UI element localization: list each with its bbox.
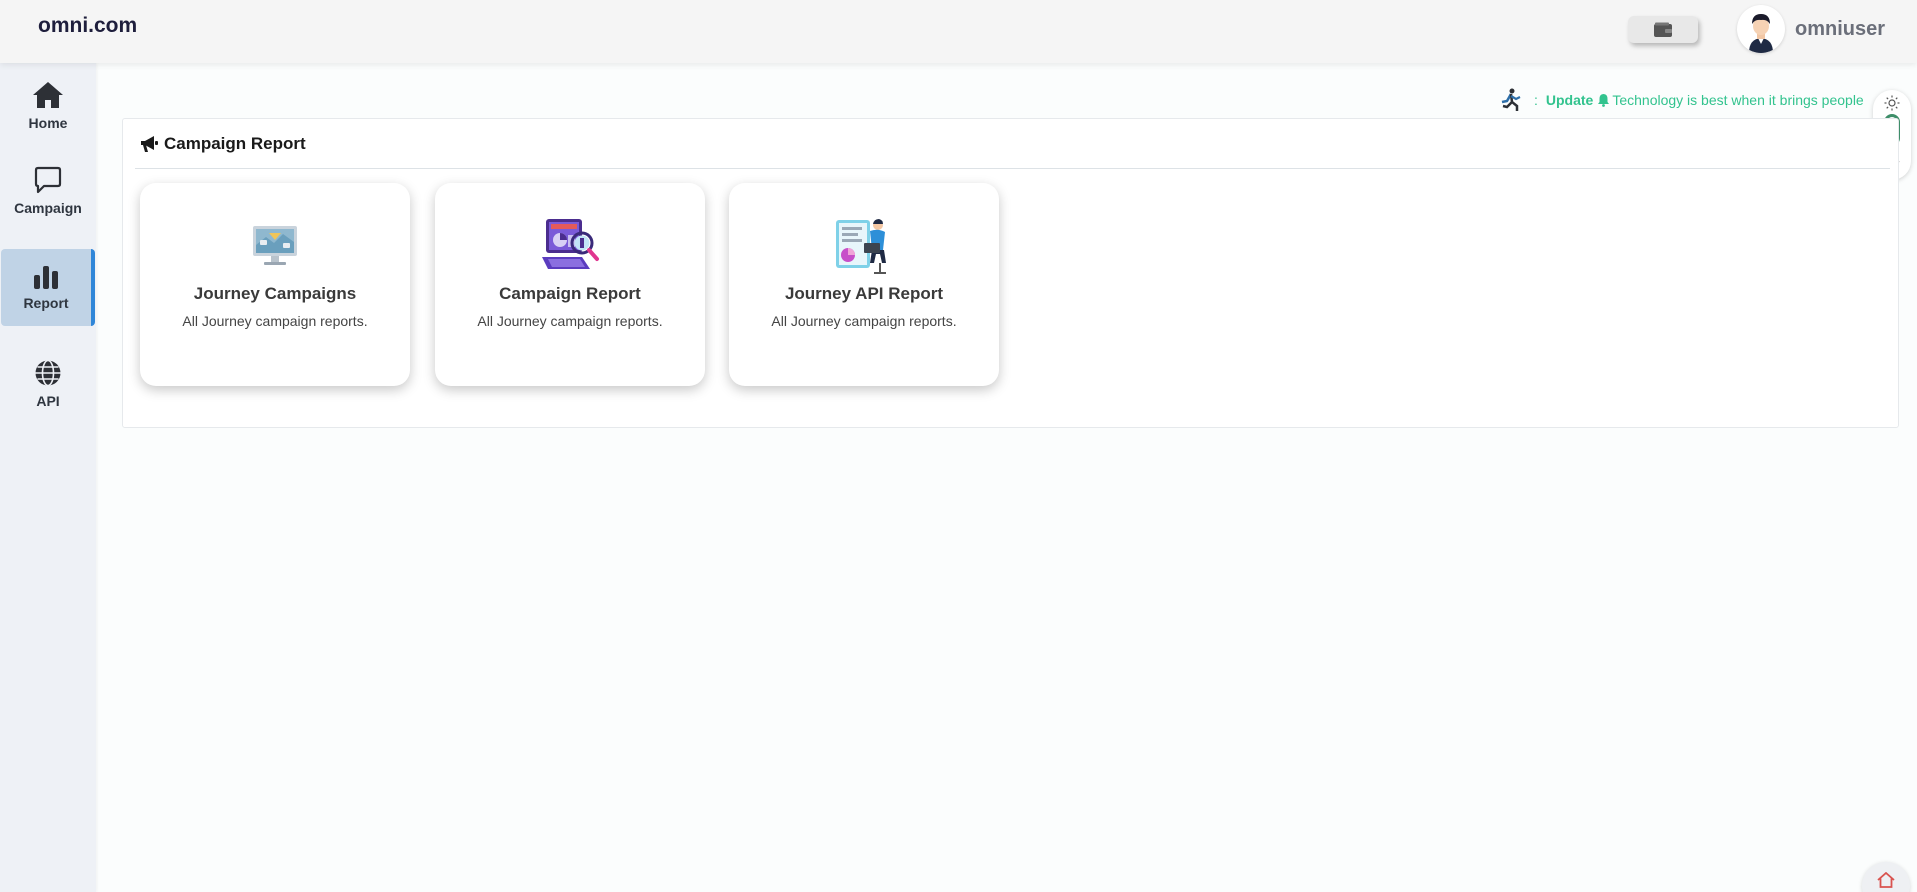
- chat-bubble-icon: [34, 166, 62, 194]
- brand-logo[interactable]: omni.com: [38, 14, 137, 38]
- running-person-icon: [1501, 88, 1521, 111]
- avatar-icon: [1749, 14, 1773, 53]
- sun-icon: [1884, 95, 1900, 111]
- sidebar: Home Campaign Report API: [0, 63, 96, 892]
- top-bar: omni.com omniuser: [0, 0, 1917, 63]
- sidebar-item-api[interactable]: API: [0, 349, 96, 419]
- announcement-ticker: : Update Technology is best when it brin…: [1500, 86, 1877, 114]
- card-description: All Journey campaign reports.: [771, 313, 957, 329]
- sidebar-item-home[interactable]: Home: [0, 71, 96, 141]
- card-title: Campaign Report: [499, 284, 641, 303]
- wallet-button[interactable]: [1628, 16, 1698, 43]
- sidebar-item-label: API: [36, 393, 60, 409]
- ticker-message: Technology is best when it brings people: [1612, 92, 1864, 108]
- bell-icon: [1598, 94, 1610, 107]
- sidebar-item-label: Report: [23, 294, 69, 311]
- campaign-report-panel: Campaign Report Journey Campaigns All Jo…: [122, 118, 1899, 428]
- journey-campaigns-illustration: [244, 217, 306, 275]
- home-icon: [33, 82, 63, 108]
- sidebar-item-report[interactable]: Report: [1, 249, 95, 326]
- wallet-icon: [1654, 22, 1672, 37]
- report-card-journey-api-report[interactable]: Journey API Report All Journey campaign …: [729, 183, 999, 386]
- report-card-journey-campaigns[interactable]: Journey Campaigns All Journey campaign r…: [140, 183, 410, 386]
- user-avatar[interactable]: [1737, 5, 1785, 53]
- panel-header: Campaign Report: [135, 119, 1890, 169]
- journey-api-report-illustration: [833, 217, 895, 275]
- bar-chart-icon: [34, 265, 58, 289]
- report-card-campaign-report[interactable]: Campaign Report All Journey campaign rep…: [435, 183, 705, 386]
- globe-icon: [35, 359, 61, 387]
- campaign-report-illustration: [539, 217, 601, 275]
- ticker-update-label: Update: [1545, 92, 1594, 108]
- card-title: Journey Campaigns: [193, 284, 357, 303]
- card-description: All Journey campaign reports.: [477, 313, 663, 329]
- sidebar-item-label: Campaign: [14, 200, 82, 216]
- home-outline-icon: [1877, 872, 1895, 888]
- username-label[interactable]: omniuser: [1795, 18, 1885, 41]
- floating-home-button[interactable]: [1862, 862, 1910, 892]
- card-title: Journey API Report: [784, 284, 944, 303]
- sidebar-item-label: Home: [28, 115, 68, 131]
- ticker-prefix: :: [1534, 92, 1538, 108]
- sidebar-item-campaign[interactable]: Campaign: [0, 156, 96, 226]
- megaphone-icon: [141, 135, 158, 152]
- card-description: All Journey campaign reports.: [182, 313, 368, 329]
- panel-title: Campaign Report: [164, 133, 306, 153]
